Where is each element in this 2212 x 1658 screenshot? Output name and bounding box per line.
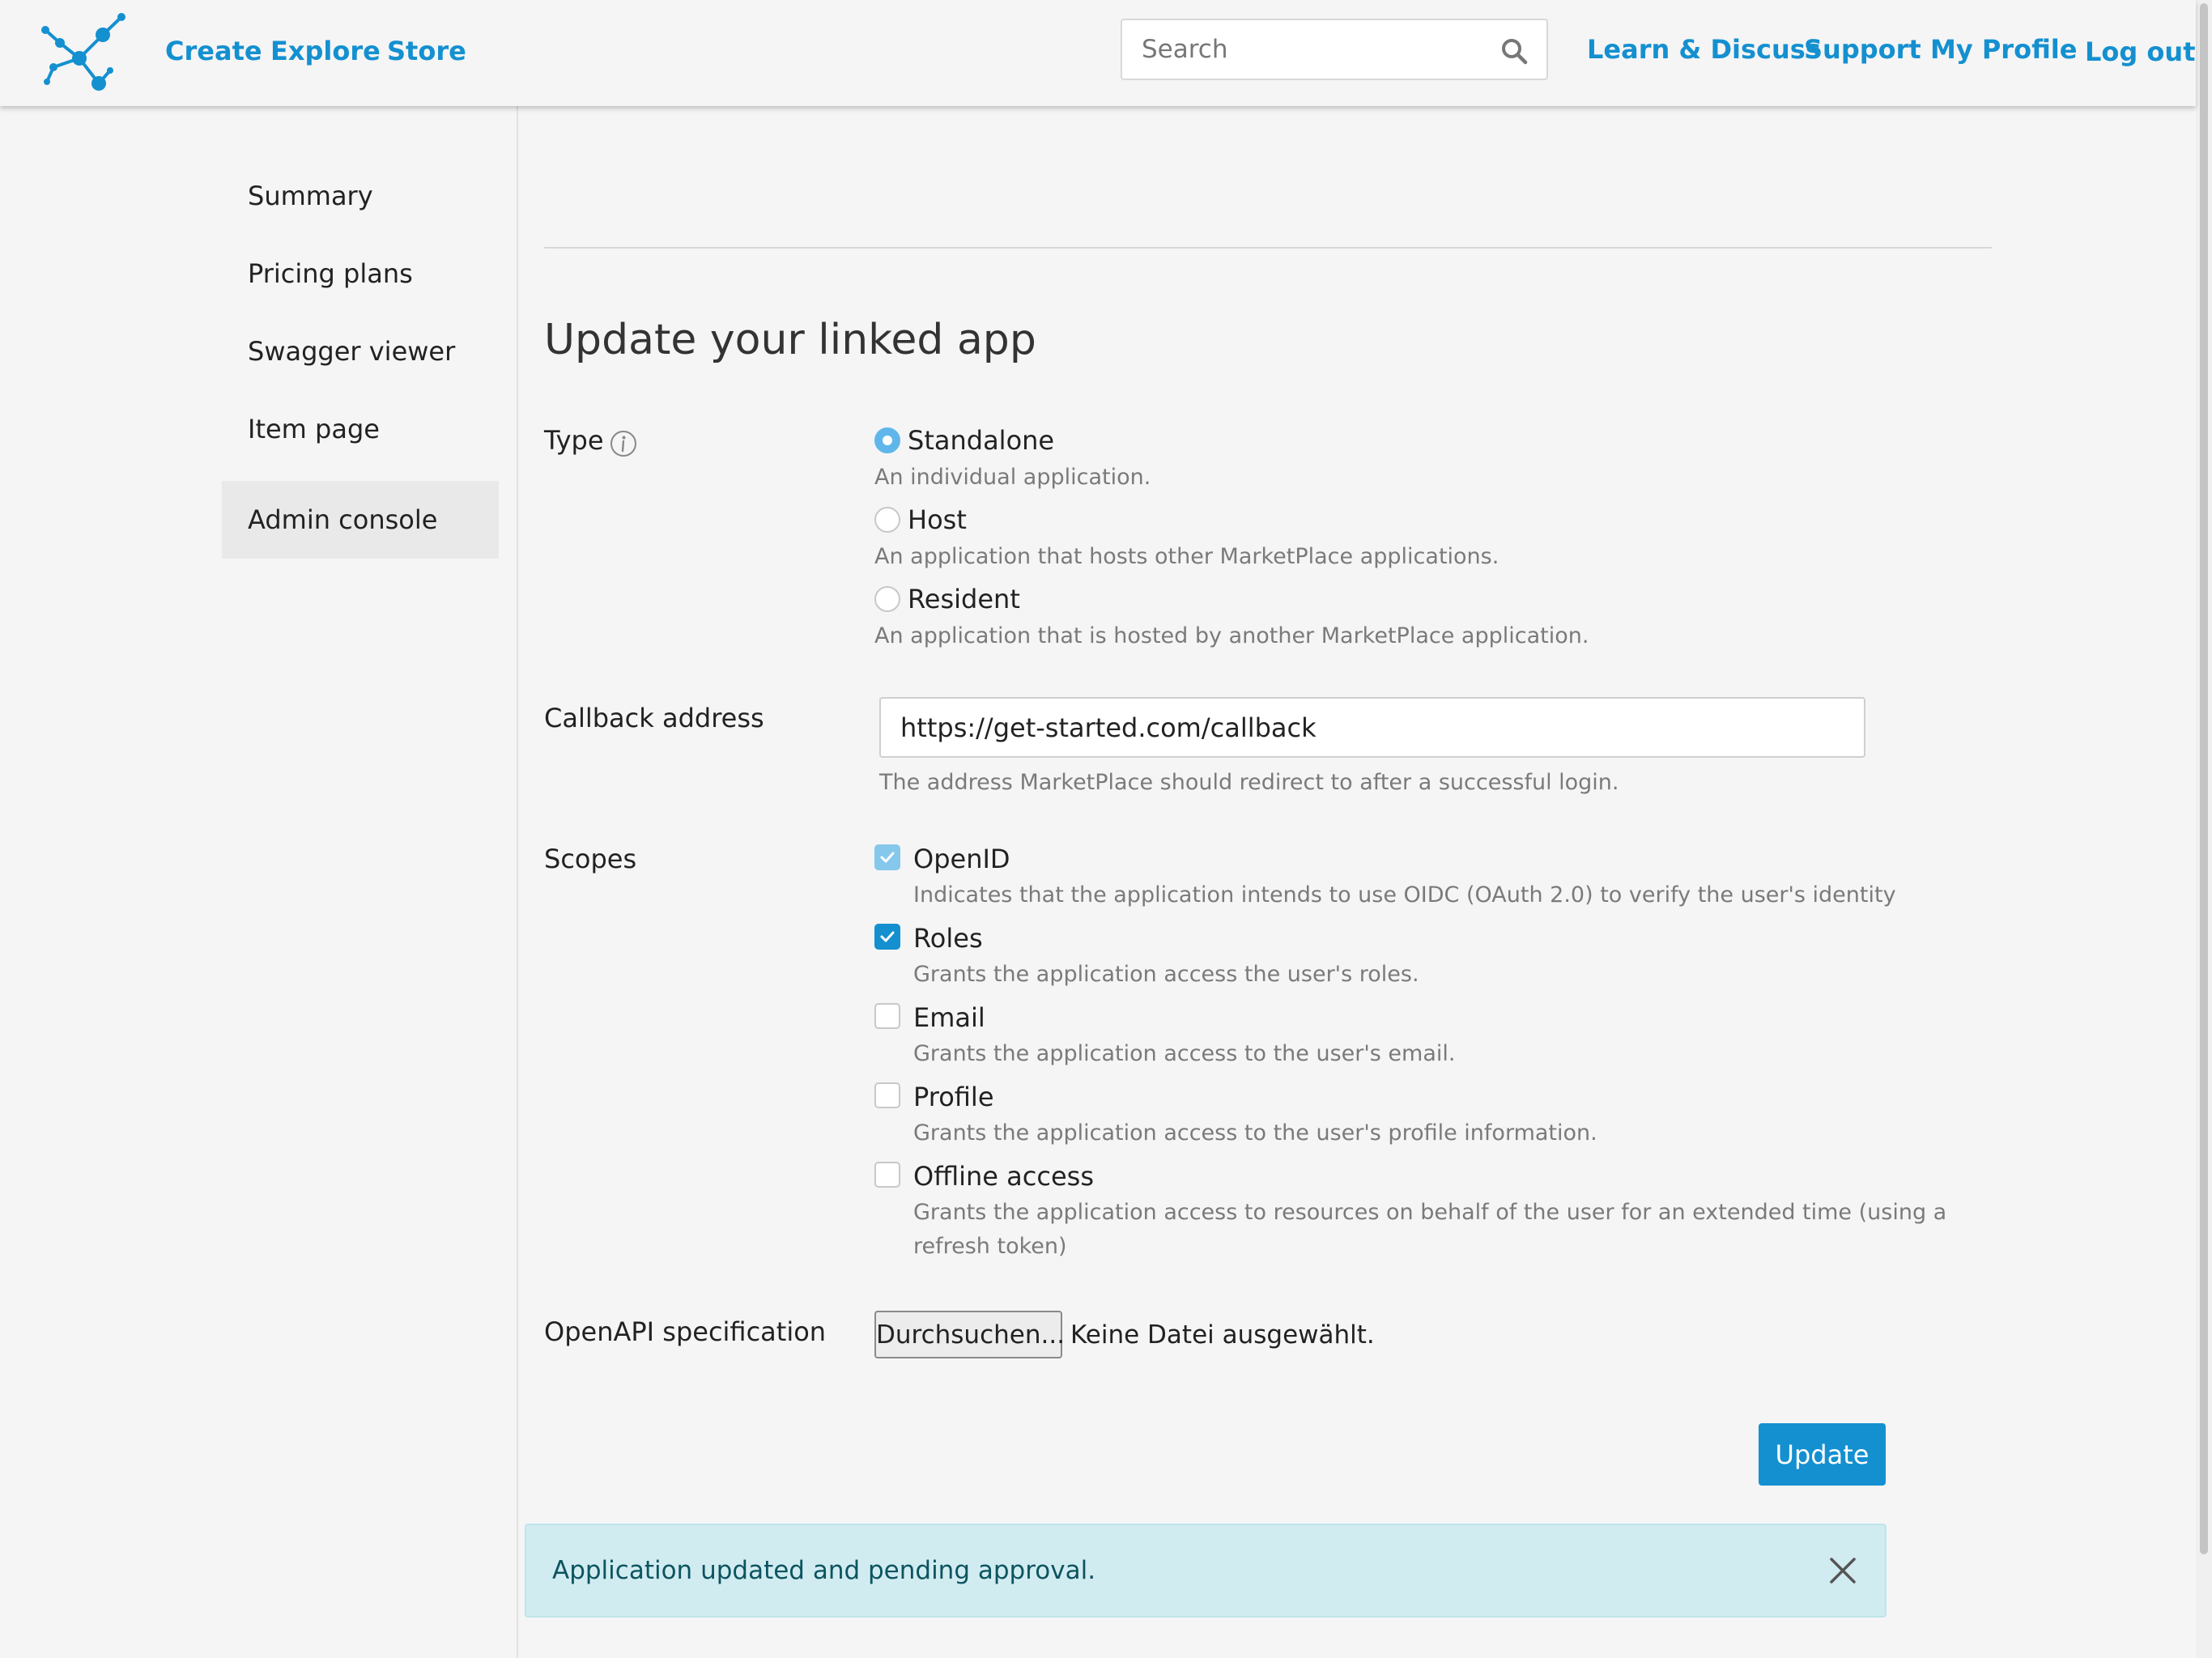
scope-email-checkbox[interactable] — [874, 1003, 900, 1029]
close-icon[interactable] — [1827, 1554, 1859, 1587]
scope-email-help: Grants the application access to the use… — [913, 1041, 1456, 1066]
sidebar-item-admin-console[interactable]: Admin console — [222, 481, 499, 559]
scope-openid-help: Indicates that the application intends t… — [913, 882, 1896, 908]
browse-file-button[interactable]: Durchsuchen... — [874, 1311, 1065, 1358]
nav-store[interactable]: Store — [387, 36, 466, 66]
page-scrollbar[interactable] — [2196, 0, 2212, 1658]
nav-learn-discuss[interactable]: Learn & Discuss — [1587, 34, 1821, 65]
nav-create[interactable]: Create — [165, 36, 262, 66]
success-alert: Application updated and pending approval… — [525, 1524, 1887, 1618]
type-host-help: An application that hosts other MarketPl… — [874, 544, 1499, 569]
sidebar-divider — [517, 106, 518, 1658]
file-status-text: Keine Datei ausgewählt. — [1070, 1320, 1375, 1350]
top-navbar: Create Explore Store Learn & Discuss Sup… — [0, 0, 2196, 106]
checkmark-icon — [880, 931, 895, 942]
type-host-radio[interactable] — [874, 507, 900, 533]
scope-openid-checkbox — [874, 844, 900, 870]
scope-profile-help: Grants the application access to the use… — [913, 1120, 1597, 1146]
openapi-label: OpenAPI specification — [544, 1316, 827, 1347]
sidebar-item-item-page[interactable]: Item page — [222, 390, 499, 468]
scope-profile-checkbox[interactable] — [874, 1082, 900, 1108]
update-button[interactable]: Update — [1759, 1423, 1886, 1486]
sidebar-item-summary[interactable]: Summary — [222, 157, 499, 235]
scope-offline-access-help-cont: refresh token) — [913, 1234, 1067, 1259]
callback-address-input[interactable] — [879, 697, 1865, 758]
info-icon[interactable] — [609, 429, 638, 458]
scope-roles-help: Grants the application access the user's… — [913, 962, 1419, 987]
nav-log-out[interactable]: Log out — [2085, 36, 2195, 67]
search-input[interactable] — [1122, 20, 1546, 79]
type-resident-radio[interactable] — [874, 586, 900, 612]
scope-roles-label[interactable]: Roles — [913, 923, 983, 954]
page-title: Update your linked app — [544, 316, 1036, 364]
type-standalone-help: An individual application. — [874, 465, 1151, 490]
scope-openid-label: OpenID — [913, 844, 1010, 874]
type-host-label[interactable]: Host — [908, 504, 967, 535]
section-divider — [544, 247, 1992, 249]
search-box — [1121, 19, 1548, 80]
nav-support[interactable]: Support — [1804, 34, 1921, 65]
nav-explore[interactable]: Explore — [270, 36, 381, 66]
logo-icon[interactable] — [40, 12, 130, 93]
scope-email-label[interactable]: Email — [913, 1002, 985, 1033]
scope-profile-label[interactable]: Profile — [913, 1082, 994, 1112]
type-resident-help: An application that is hosted by another… — [874, 623, 1589, 648]
scrollbar-thumb[interactable] — [2200, 3, 2208, 1554]
alert-message: Application updated and pending approval… — [552, 1556, 1096, 1585]
type-standalone-label[interactable]: Standalone — [908, 425, 1054, 456]
type-label: Type — [544, 425, 604, 456]
checkmark-icon — [880, 852, 895, 863]
sidebar-item-pricing-plans[interactable]: Pricing plans — [222, 235, 499, 312]
callback-help: The address MarketPlace should redirect … — [879, 770, 1619, 795]
nav-my-profile[interactable]: My Profile — [1930, 34, 2077, 65]
search-icon[interactable] — [1499, 36, 1529, 66]
scope-offline-access-help: Grants the application access to resourc… — [913, 1200, 1947, 1225]
type-resident-label[interactable]: Resident — [908, 584, 1020, 614]
scope-offline-access-label[interactable]: Offline access — [913, 1161, 1094, 1192]
scopes-label: Scopes — [544, 844, 637, 874]
callback-label: Callback address — [544, 703, 764, 733]
scope-roles-checkbox[interactable] — [874, 924, 900, 950]
type-standalone-radio[interactable] — [874, 427, 900, 453]
sidebar-item-swagger-viewer[interactable]: Swagger viewer — [222, 312, 499, 390]
scope-offline-access-checkbox[interactable] — [874, 1162, 900, 1188]
